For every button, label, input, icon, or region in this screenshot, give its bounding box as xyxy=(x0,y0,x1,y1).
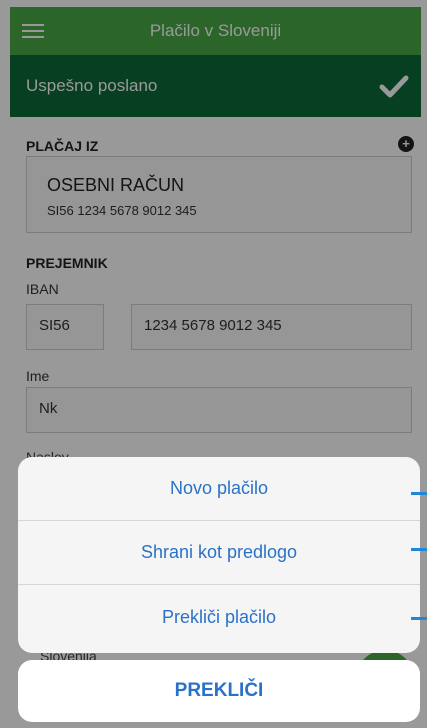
edge-indicator xyxy=(411,548,427,551)
app-screen: Plačilo v Sloveniji Uspešno poslano PLAČ… xyxy=(0,0,427,728)
save-template-option[interactable]: Shrani kot predlogo xyxy=(18,521,420,585)
edge-indicator xyxy=(411,617,427,620)
cancel-button[interactable]: PREKLIČI xyxy=(18,660,420,722)
action-sheet: Novo plačilo Shrani kot predlogo Preklič… xyxy=(18,457,420,653)
new-payment-option[interactable]: Novo plačilo xyxy=(18,457,420,521)
edge-indicator xyxy=(411,492,427,495)
cancel-payment-option[interactable]: Prekliči plačilo xyxy=(18,585,420,649)
